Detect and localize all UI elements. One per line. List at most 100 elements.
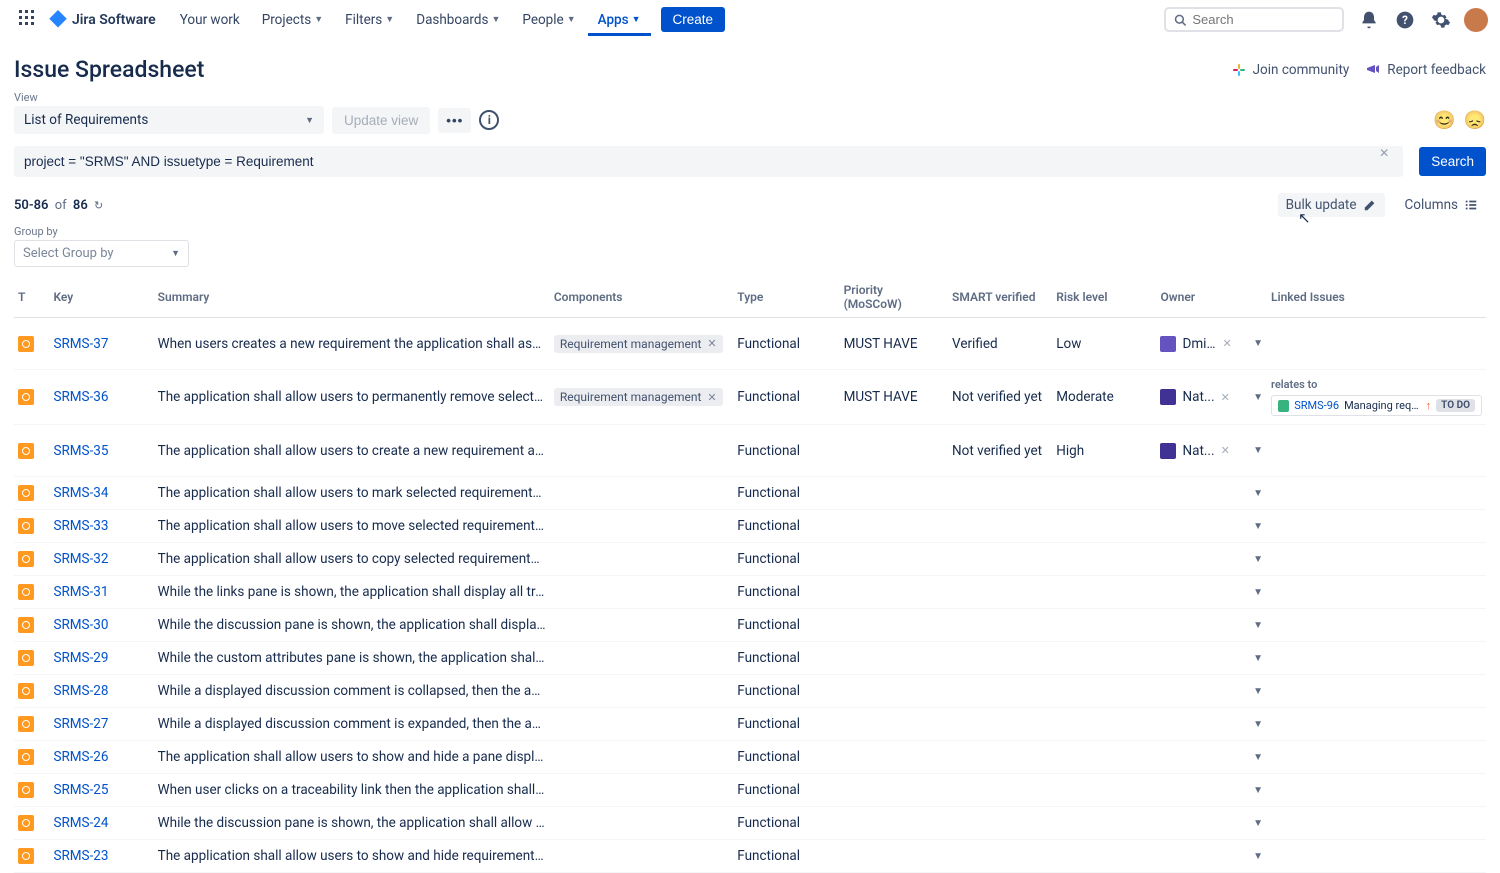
risk-cell[interactable] <box>1052 543 1156 576</box>
type-cell[interactable]: Functional <box>733 708 839 741</box>
chevron-down-icon[interactable]: ▼ <box>1253 851 1263 862</box>
type-cell[interactable]: Functional <box>733 318 839 370</box>
smart-cell[interactable] <box>948 609 1052 642</box>
chevron-down-icon[interactable]: ▼ <box>1253 686 1263 697</box>
table-row[interactable]: SRMS-33 The application shall allow users… <box>14 510 1486 543</box>
column-header[interactable]: Priority (MoSCoW) <box>840 277 948 318</box>
type-cell[interactable]: Functional <box>733 609 839 642</box>
info-icon[interactable]: i <box>479 110 499 130</box>
linked-cell[interactable] <box>1267 318 1486 370</box>
risk-cell[interactable] <box>1052 576 1156 609</box>
create-button[interactable]: Create <box>661 7 726 32</box>
priority-cell[interactable] <box>840 741 948 774</box>
user-avatar[interactable] <box>1464 8 1488 32</box>
summary-cell[interactable]: While the links pane is shown, the appli… <box>154 576 550 609</box>
type-cell[interactable]: Functional <box>733 774 839 807</box>
smart-cell[interactable] <box>948 774 1052 807</box>
linked-cell[interactable] <box>1267 576 1486 609</box>
column-header[interactable]: Linked Issues <box>1267 277 1486 318</box>
table-row[interactable]: SRMS-28While a displayed discussion comm… <box>14 675 1486 708</box>
summary-cell[interactable]: The application shall allow users to sho… <box>154 840 550 873</box>
search-button[interactable]: Search <box>1419 147 1486 176</box>
bulk-update-button[interactable]: Bulk update <box>1278 193 1385 217</box>
summary-cell[interactable]: While the discussion pane is shown, the … <box>154 609 550 642</box>
smart-cell[interactable]: Verified <box>948 318 1052 370</box>
table-row[interactable]: SRMS-32The application shall allow users… <box>14 543 1486 576</box>
summary-cell[interactable]: The application shall allow users to mar… <box>154 477 550 510</box>
risk-cell[interactable] <box>1052 840 1156 873</box>
priority-cell[interactable] <box>840 675 948 708</box>
issue-key-link[interactable]: SRMS-31 <box>53 584 108 600</box>
chevron-down-icon[interactable]: ▼ <box>1253 445 1263 456</box>
risk-cell[interactable] <box>1052 510 1156 543</box>
linked-cell[interactable] <box>1267 840 1486 873</box>
owner-cell[interactable]: ▼ <box>1156 741 1267 774</box>
table-row[interactable]: SRMS-37When users creates a new requirem… <box>14 318 1486 370</box>
owner-cell[interactable]: ▼ <box>1156 807 1267 840</box>
type-cell[interactable]: Functional <box>733 642 839 675</box>
owner-cell[interactable]: ▼ <box>1156 543 1267 576</box>
chevron-down-icon[interactable]: ▼ <box>1253 653 1263 664</box>
table-row[interactable]: SRMS-31 While the links pane is shown, th… <box>14 576 1486 609</box>
linked-issue-item[interactable]: SRMS-96Managing requ...↑TO DO <box>1271 395 1482 416</box>
type-cell[interactable]: Functional <box>733 840 839 873</box>
priority-cell[interactable] <box>840 543 948 576</box>
risk-cell[interactable]: Moderate <box>1052 370 1156 425</box>
chevron-down-icon[interactable]: ▼ <box>1253 752 1263 763</box>
owner-cell[interactable]: ▼ <box>1156 840 1267 873</box>
more-actions-button[interactable]: ••• <box>438 108 471 133</box>
summary-cell[interactable]: The application shall allow users to cre… <box>154 425 550 477</box>
linked-cell[interactable] <box>1267 708 1486 741</box>
table-row[interactable]: SRMS-30While the discussion pane is show… <box>14 609 1486 642</box>
chevron-down-icon[interactable]: ▼ <box>1253 818 1263 829</box>
owner-cell[interactable]: ▼ <box>1156 477 1267 510</box>
risk-cell[interactable] <box>1052 708 1156 741</box>
chevron-down-icon[interactable]: ▼ <box>1253 785 1263 796</box>
smart-cell[interactable] <box>948 708 1052 741</box>
remove-tag-icon[interactable]: ✕ <box>707 391 716 404</box>
priority-cell[interactable] <box>840 840 948 873</box>
search-input[interactable] <box>1192 12 1334 27</box>
chevron-down-icon[interactable]: ▼ <box>1253 392 1263 403</box>
owner-cell[interactable]: ▼ <box>1156 675 1267 708</box>
issue-key-link[interactable]: SRMS-35 <box>53 443 108 459</box>
refresh-icon[interactable]: ↻ <box>94 199 103 212</box>
group-select[interactable]: Select Group by ▼ <box>14 240 189 267</box>
linked-cell[interactable]: relates toSRMS-96Managing requ...↑TO DO <box>1267 370 1486 425</box>
owner-cell[interactable]: Nat...✕▼ <box>1156 370 1267 425</box>
chevron-down-icon[interactable]: ▼ <box>1253 587 1263 598</box>
clear-owner-icon[interactable]: ✕ <box>1221 391 1230 404</box>
owner-cell[interactable]: ▼ <box>1156 576 1267 609</box>
column-header[interactable]: Summary <box>154 277 550 318</box>
summary-cell[interactable]: When user clicks on a traceability link … <box>154 774 550 807</box>
remove-tag-icon[interactable]: ✕ <box>707 337 716 350</box>
linked-cell[interactable] <box>1267 774 1486 807</box>
smart-cell[interactable]: Not verified yet <box>948 425 1052 477</box>
linked-cell[interactable] <box>1267 642 1486 675</box>
nav-item-projects[interactable]: Projects▼ <box>252 4 333 36</box>
owner-cell[interactable]: Nat...✕▼ <box>1156 425 1267 477</box>
type-cell[interactable]: Functional <box>733 675 839 708</box>
owner-cell[interactable]: ▼ <box>1156 642 1267 675</box>
table-row[interactable]: SRMS-29While the custom attributes pane … <box>14 642 1486 675</box>
risk-cell[interactable] <box>1052 642 1156 675</box>
column-header[interactable]: Risk level <box>1052 277 1156 318</box>
owner-cell[interactable]: ▼ <box>1156 708 1267 741</box>
issue-key-link[interactable]: SRMS-33 <box>53 518 108 534</box>
component-tag[interactable]: Requirement management ✕ <box>554 388 723 406</box>
priority-cell[interactable]: MUST HAVE <box>840 370 948 425</box>
smart-cell[interactable] <box>948 510 1052 543</box>
type-cell[interactable]: Functional <box>733 543 839 576</box>
risk-cell[interactable]: High <box>1052 425 1156 477</box>
summary-cell[interactable]: The application shall allow users to mov… <box>154 510 550 543</box>
column-header[interactable]: Components <box>550 277 733 318</box>
summary-cell[interactable]: While the custom attributes pane is show… <box>154 642 550 675</box>
table-row[interactable]: SRMS-35 The application shall allow users… <box>14 425 1486 477</box>
table-row[interactable]: SRMS-34The application shall allow users… <box>14 477 1486 510</box>
risk-cell[interactable] <box>1052 774 1156 807</box>
feedback-negative-icon[interactable]: 😞 <box>1464 110 1486 131</box>
owner-cell[interactable]: ▼ <box>1156 774 1267 807</box>
risk-cell[interactable] <box>1052 477 1156 510</box>
linked-cell[interactable] <box>1267 425 1486 477</box>
column-header[interactable]: Key <box>49 277 153 318</box>
